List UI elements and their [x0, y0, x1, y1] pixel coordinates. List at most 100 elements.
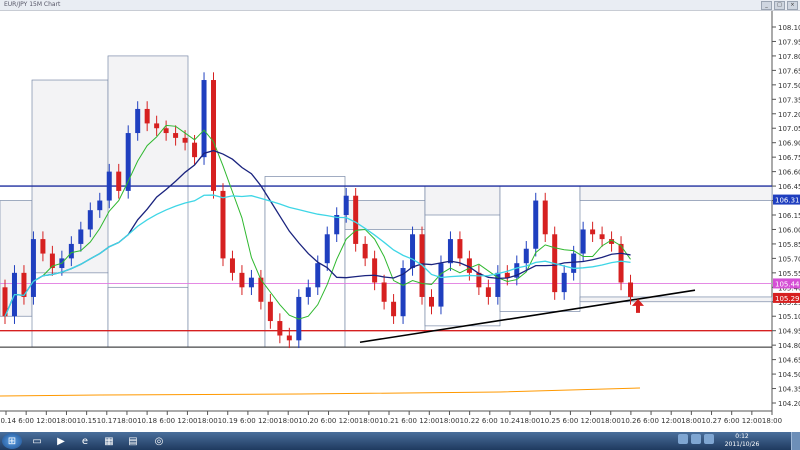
y-tick-label: 107.50 — [778, 82, 800, 90]
candle-body — [628, 282, 634, 297]
y-tick-label: 108.10 — [778, 24, 800, 32]
x-tick-label: 6:00 — [159, 417, 175, 425]
candle-body — [410, 234, 416, 269]
range-box — [187, 185, 266, 348]
x-tick-label: 18:00 — [601, 417, 621, 425]
x-tick-label: 18:00 — [117, 417, 137, 425]
candle-body — [163, 128, 169, 134]
y-tick-label: 105.55 — [778, 270, 800, 278]
x-tick-label: 6:00 — [724, 417, 740, 425]
range-box — [579, 296, 773, 303]
close-button[interactable]: × — [787, 1, 798, 10]
candle-body — [315, 263, 321, 288]
candle-body — [78, 229, 84, 244]
start-button[interactable]: ⊞ — [2, 433, 22, 449]
candle-body — [68, 243, 74, 259]
candle-body — [286, 335, 292, 341]
y-tick-label: 104.50 — [778, 371, 800, 379]
x-tick-label: 18:00 — [197, 417, 217, 425]
browser-icon[interactable]: e — [76, 433, 94, 449]
candle-body — [220, 190, 226, 259]
x-tick-label: 10.20 — [298, 417, 318, 425]
candle-body — [87, 210, 93, 230]
candle-body — [30, 239, 36, 297]
candle-body — [353, 195, 359, 244]
y-tick-label: 106.60 — [778, 169, 800, 177]
x-tick-label: 10.22 — [460, 417, 480, 425]
candle-body — [580, 229, 586, 254]
candle-body — [211, 80, 217, 191]
y-tick-label: 106.00 — [778, 226, 800, 234]
candle-body — [248, 277, 254, 288]
taskbar-clock[interactable]: 0:12 2011/10/26 — [718, 433, 766, 449]
candle-body — [561, 272, 567, 293]
candle-body — [192, 142, 198, 158]
y-tick-label: 107.20 — [778, 111, 800, 119]
taskbar: ⊞ ▭ ▶ e ▦ ▤ ◎ 0:12 2011/10/26 — [0, 432, 800, 450]
candle-body — [154, 123, 160, 129]
candle-body — [40, 239, 46, 254]
media-icon[interactable]: ▶ — [52, 433, 70, 449]
y-tick-label: 107.95 — [778, 38, 800, 46]
x-tick-label: 18:00 — [681, 417, 701, 425]
candle-body — [173, 133, 179, 138]
candle-body — [428, 296, 434, 307]
volume-icon[interactable] — [691, 434, 701, 444]
chart-app-icon[interactable]: ▤ — [124, 433, 142, 449]
candle-body — [144, 108, 150, 124]
window-title: EUR/JPY 15M Chart — [4, 1, 61, 8]
candle-body — [343, 195, 349, 215]
x-tick-label: 18:00 — [56, 417, 76, 425]
window-titlebar: EUR/JPY 15M Chart _ □ × — [0, 0, 800, 11]
show-desktop-button[interactable] — [791, 432, 800, 450]
candle-body — [447, 239, 453, 264]
x-tick-label: 18:00 — [520, 417, 540, 425]
x-tick-label: 12:00 — [742, 417, 762, 425]
candle-body — [438, 263, 444, 307]
candle-body — [97, 200, 103, 211]
x-tick-label: 10.17 — [97, 417, 117, 425]
minimize-button[interactable]: _ — [761, 1, 772, 10]
candle-body — [391, 301, 397, 317]
y-tick-label: 107.05 — [778, 125, 800, 133]
range-box — [107, 286, 189, 348]
y-tick-label: 107.35 — [778, 96, 800, 104]
candle-body — [362, 243, 368, 259]
y-tick-label: 106.75 — [778, 154, 800, 162]
range-box — [31, 272, 109, 348]
app-icon[interactable]: ▦ — [100, 433, 118, 449]
range-box — [264, 176, 346, 348]
x-tick-label: 6:00 — [321, 417, 337, 425]
trading-app-icon[interactable]: ◎ — [150, 433, 168, 449]
maximize-button[interactable]: □ — [774, 1, 785, 10]
x-tick-label: 12:00 — [419, 417, 439, 425]
x-tick-label: 10.24 — [500, 417, 521, 425]
range-box — [424, 185, 501, 216]
network-icon[interactable] — [678, 434, 688, 444]
x-tick-label: 10.14 — [0, 417, 17, 425]
x-tick-label: 10.25 — [540, 417, 560, 425]
candle-body — [324, 234, 330, 264]
price-badge-upper: 106.31 — [775, 197, 800, 205]
y-tick-label: 106.45 — [778, 183, 800, 191]
x-tick-label: 18:00 — [278, 417, 298, 425]
candle-body — [182, 137, 188, 143]
y-tick-label: 105.10 — [778, 313, 800, 321]
y-axis-labels: 108.10 107.95 107.80 107.65 107.50 107.35 107.… — [772, 24, 800, 408]
y-tick-label: 104.65 — [778, 357, 800, 365]
price-badge-lower: 105.29 — [775, 295, 800, 303]
x-tick-label: 10.27 — [702, 417, 722, 425]
candle-body — [229, 258, 235, 273]
y-tick-label: 107.65 — [778, 67, 800, 75]
candle-body — [571, 253, 577, 273]
price-chart[interactable]: 108.10 107.95 107.80 107.65 107.50 107.35 107.… — [0, 11, 800, 431]
folder-icon[interactable]: ▭ — [28, 433, 46, 449]
y-tick-label: 104.95 — [778, 328, 800, 336]
candle-body — [116, 171, 122, 191]
x-tick-label: 10.18 — [137, 417, 157, 425]
ime-icon[interactable] — [704, 434, 714, 444]
window-controls: _ □ × — [761, 1, 798, 10]
candle-body — [277, 321, 283, 336]
x-tick-label: 18:00 — [762, 417, 782, 425]
candle-body — [135, 108, 141, 134]
